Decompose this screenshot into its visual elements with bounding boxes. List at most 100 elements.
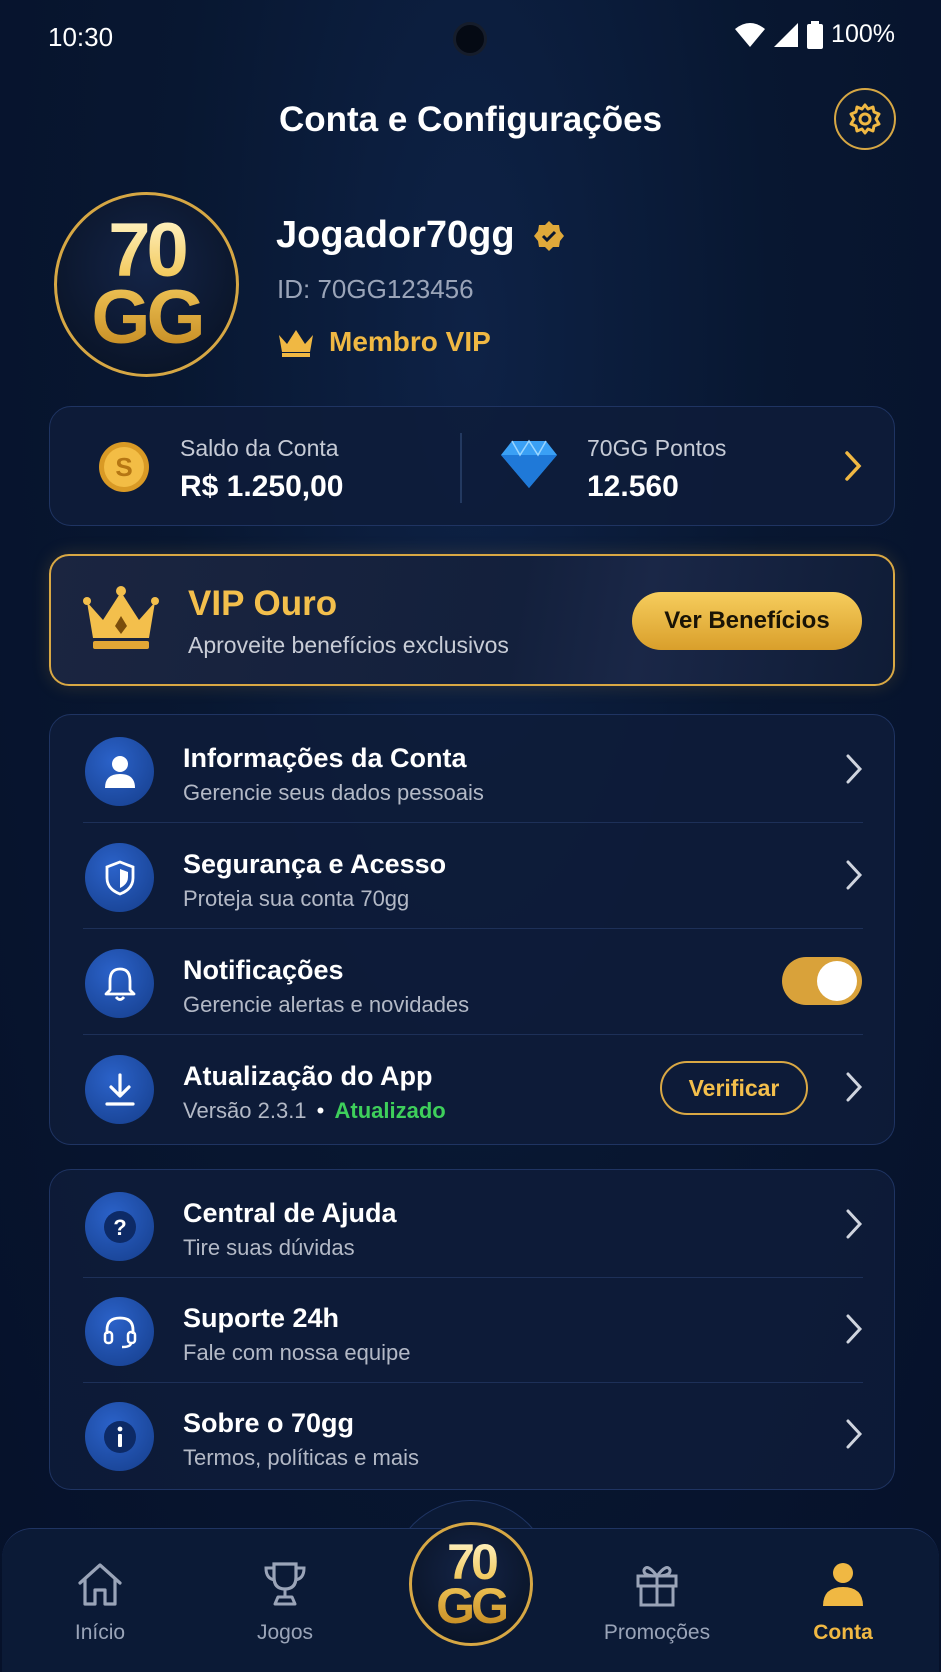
update-status: Atualizado bbox=[334, 1098, 446, 1123]
view-benefits-button[interactable]: Ver Benefícios bbox=[632, 592, 862, 650]
battery-percent: 100% bbox=[831, 20, 895, 48]
list-item-title: Central de Ajuda bbox=[183, 1198, 397, 1228]
nav-label: Conta bbox=[813, 1621, 873, 1644]
list-item-app-update: Atualização do App Versão 2.3.1 • Atuali… bbox=[50, 1035, 896, 1141]
info-icon bbox=[103, 1420, 136, 1453]
separator-dot: • bbox=[316, 1098, 325, 1123]
list-item-subtitle: Gerencie alertas e novidades bbox=[183, 992, 470, 1017]
user-id: ID: 70GG123456 bbox=[277, 274, 474, 304]
divider bbox=[460, 433, 462, 503]
camera-cutout bbox=[453, 22, 487, 56]
trophy-icon bbox=[264, 1562, 306, 1606]
download-icon bbox=[104, 1072, 135, 1106]
chevron-right-icon bbox=[846, 754, 863, 784]
list-item-subtitle: Fale com nossa equipe bbox=[183, 1340, 411, 1365]
user-icon bbox=[823, 1563, 863, 1606]
icon-circle bbox=[85, 1402, 154, 1471]
nav-item-account[interactable]: Conta bbox=[773, 1561, 913, 1645]
chevron-right-icon bbox=[845, 451, 862, 481]
status-bar: 10:30 100% bbox=[0, 0, 941, 74]
list-item-title: Segurança e Acesso bbox=[183, 849, 447, 879]
list-item-title: Atualização do App bbox=[183, 1061, 433, 1091]
gift-icon bbox=[636, 1566, 678, 1607]
logo-bottom: GG bbox=[91, 274, 202, 360]
shield-icon bbox=[105, 860, 134, 896]
chevron-right-icon bbox=[846, 1314, 863, 1344]
logo-bottom: GG bbox=[436, 1578, 506, 1634]
list-item-account-info[interactable]: Informações da Conta Gerencie seus dados… bbox=[50, 717, 896, 823]
nav-label: Promoções bbox=[603, 1621, 711, 1644]
toggle-knob bbox=[817, 961, 857, 1001]
vip-card: VIP Ouro Aproveite benefícios exclusivos… bbox=[49, 554, 895, 686]
list-item-title: Sobre o 70gg bbox=[183, 1408, 355, 1438]
list-item-subtitle: Versão 2.3.1 • Atualizado bbox=[183, 1098, 446, 1124]
chevron-right-icon[interactable] bbox=[845, 1071, 863, 1103]
settings-list: Informações da Conta Gerencie seus dados… bbox=[49, 714, 895, 1145]
list-item-subtitle: Proteja sua conta 70gg bbox=[183, 886, 410, 911]
username-row: Jogador70gg bbox=[276, 214, 565, 257]
chevron-right-icon bbox=[846, 1419, 863, 1449]
nav-item-games[interactable]: Jogos bbox=[215, 1561, 355, 1645]
account-balance-value: R$ 1.250,00 bbox=[180, 470, 344, 503]
verify-button[interactable]: Verificar bbox=[660, 1061, 808, 1115]
user-icon bbox=[104, 755, 135, 788]
gear-icon bbox=[849, 103, 881, 135]
battery-icon bbox=[807, 20, 824, 49]
headset-icon bbox=[103, 1316, 136, 1348]
nav-item-promotions[interactable]: Promoções bbox=[587, 1561, 727, 1645]
crown-icon bbox=[279, 330, 313, 357]
icon-circle bbox=[85, 737, 154, 806]
page-title: Conta e Configurações bbox=[278, 100, 663, 139]
home-icon bbox=[78, 1563, 122, 1606]
icon-circle: ? bbox=[85, 1192, 154, 1261]
vip-member-text: Membro VIP bbox=[329, 326, 491, 357]
list-item-security[interactable]: Segurança e Acesso Proteja sua conta 70g… bbox=[50, 823, 896, 929]
account-balance-label: Saldo da Conta bbox=[180, 435, 339, 461]
support-list: ? Central de Ajuda Tire suas dúvidas Sup… bbox=[49, 1169, 895, 1490]
icon-circle bbox=[85, 843, 154, 912]
vip-card-subtitle: Aproveite benefícios exclusivos bbox=[188, 632, 509, 658]
wifi-icon bbox=[735, 22, 766, 47]
nav-center-logo-button[interactable]: 70 GG bbox=[409, 1522, 533, 1646]
balance-card[interactable]: S Saldo da Conta R$ 1.250,00 70GG Pontos… bbox=[49, 406, 895, 526]
logo: 70 GG bbox=[436, 1540, 506, 1628]
status-time: 10:30 bbox=[48, 22, 114, 52]
avatar[interactable]: 70 GG bbox=[54, 192, 239, 377]
logo: 70 GG bbox=[91, 218, 201, 352]
list-item-about[interactable]: Sobre o 70gg Termos, políticas e mais bbox=[50, 1382, 896, 1488]
diamond-icon bbox=[501, 439, 557, 488]
svg-text:?: ? bbox=[113, 1215, 126, 1240]
coin-icon: S bbox=[99, 442, 149, 492]
crown-icon bbox=[83, 586, 159, 649]
notifications-toggle[interactable] bbox=[782, 957, 862, 1005]
bell-icon bbox=[104, 967, 135, 1001]
points-label: 70GG Pontos bbox=[587, 435, 727, 461]
list-item-support[interactable]: Suporte 24h Fale com nossa equipe bbox=[50, 1277, 896, 1383]
nav-label: Início bbox=[74, 1621, 126, 1644]
username: Jogador70gg bbox=[276, 214, 515, 256]
icon-circle bbox=[85, 949, 154, 1018]
nav-item-home[interactable]: Início bbox=[30, 1561, 170, 1645]
list-item-subtitle: Gerencie seus dados pessoais bbox=[183, 780, 484, 805]
list-item-notifications: Notificações Gerencie alertas e novidade… bbox=[50, 929, 896, 1035]
vip-card-title: VIP Ouro bbox=[188, 584, 338, 623]
signal-icon bbox=[774, 22, 799, 47]
list-item-subtitle: Termos, políticas e mais bbox=[183, 1445, 419, 1470]
nav-label: Jogos bbox=[256, 1621, 314, 1644]
settings-button[interactable] bbox=[834, 88, 896, 150]
question-icon: ? bbox=[103, 1210, 136, 1243]
chevron-right-icon bbox=[846, 860, 863, 890]
app-version: Versão 2.3.1 bbox=[183, 1098, 307, 1123]
verified-badge-icon bbox=[533, 220, 564, 251]
list-item-subtitle: Tire suas dúvidas bbox=[183, 1235, 355, 1260]
list-item-title: Informações da Conta bbox=[183, 743, 467, 773]
list-item-help-center[interactable]: ? Central de Ajuda Tire suas dúvidas bbox=[50, 1172, 896, 1278]
list-item-title: Suporte 24h bbox=[183, 1303, 340, 1333]
chevron-right-icon bbox=[846, 1209, 863, 1239]
list-item-title: Notificações bbox=[183, 955, 344, 985]
icon-circle bbox=[85, 1055, 154, 1124]
vip-member-label: Membro VIP bbox=[277, 326, 491, 358]
svg-text:S: S bbox=[115, 452, 132, 482]
icon-circle bbox=[85, 1297, 154, 1366]
points-value: 12.560 bbox=[587, 470, 679, 503]
